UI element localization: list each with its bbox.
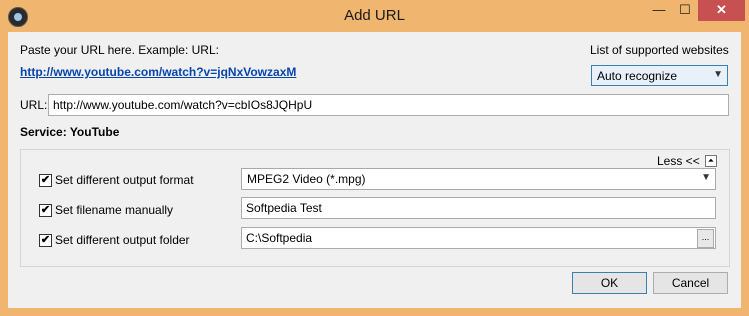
filename-label: Set filename manually bbox=[55, 203, 174, 217]
format-select[interactable]: MPEG2 Video (*.mpg) ▼ bbox=[241, 168, 716, 190]
url-input-value: http://www.youtube.com/watch?v=cbIOs8JQH… bbox=[53, 98, 313, 112]
supported-sites-label: List of supported websites bbox=[590, 43, 729, 57]
options-group: Less << ⏶ ✔ Set different output format … bbox=[20, 149, 730, 267]
format-select-value: MPEG2 Video (*.mpg) bbox=[247, 172, 366, 186]
chevron-down-icon: ▼ bbox=[701, 172, 711, 183]
folder-label: Set different output folder bbox=[55, 233, 190, 247]
chevron-down-icon: ▼ bbox=[713, 69, 723, 80]
browse-folder-button[interactable]: ... bbox=[697, 229, 714, 248]
site-select[interactable]: Auto recognize ▼ bbox=[591, 65, 728, 86]
format-label: Set different output format bbox=[55, 173, 194, 187]
site-select-value: Auto recognize bbox=[597, 69, 678, 83]
ok-button[interactable]: OK bbox=[572, 272, 647, 294]
cancel-button[interactable]: Cancel bbox=[653, 272, 728, 294]
dialog-body: Paste your URL here. Example: URL: http:… bbox=[8, 32, 741, 308]
filename-input-value: Softpedia Test bbox=[246, 201, 322, 215]
window-title: Add URL bbox=[344, 7, 405, 24]
minimize-button[interactable]: — bbox=[646, 0, 672, 21]
add-url-window: Add URL — ☐ ✕ Paste your URL here. Examp… bbox=[0, 0, 749, 316]
format-checkbox[interactable]: ✔ bbox=[39, 174, 52, 187]
filename-checkbox[interactable]: ✔ bbox=[39, 204, 52, 217]
example-url-link[interactable]: http://www.youtube.com/watch?v=jqNxVowza… bbox=[20, 65, 296, 79]
folder-input-value: C:\Softpedia bbox=[246, 231, 313, 245]
close-button[interactable]: ✕ bbox=[698, 0, 745, 21]
service-label: Service: YouTube bbox=[20, 125, 120, 139]
paste-hint-label: Paste your URL here. Example: URL: bbox=[20, 43, 219, 57]
url-input[interactable]: http://www.youtube.com/watch?v=cbIOs8JQH… bbox=[48, 94, 729, 116]
collapse-icon[interactable]: ⏶ bbox=[705, 155, 717, 167]
title-bar[interactable]: Add URL — ☐ ✕ bbox=[0, 0, 749, 32]
folder-input[interactable]: C:\Softpedia bbox=[241, 227, 716, 249]
filename-input[interactable]: Softpedia Test bbox=[241, 197, 716, 219]
url-label: URL: bbox=[20, 98, 48, 112]
less-toggle-label[interactable]: Less << bbox=[657, 154, 700, 168]
folder-checkbox[interactable]: ✔ bbox=[39, 234, 52, 247]
maximize-button[interactable]: ☐ bbox=[672, 0, 698, 21]
